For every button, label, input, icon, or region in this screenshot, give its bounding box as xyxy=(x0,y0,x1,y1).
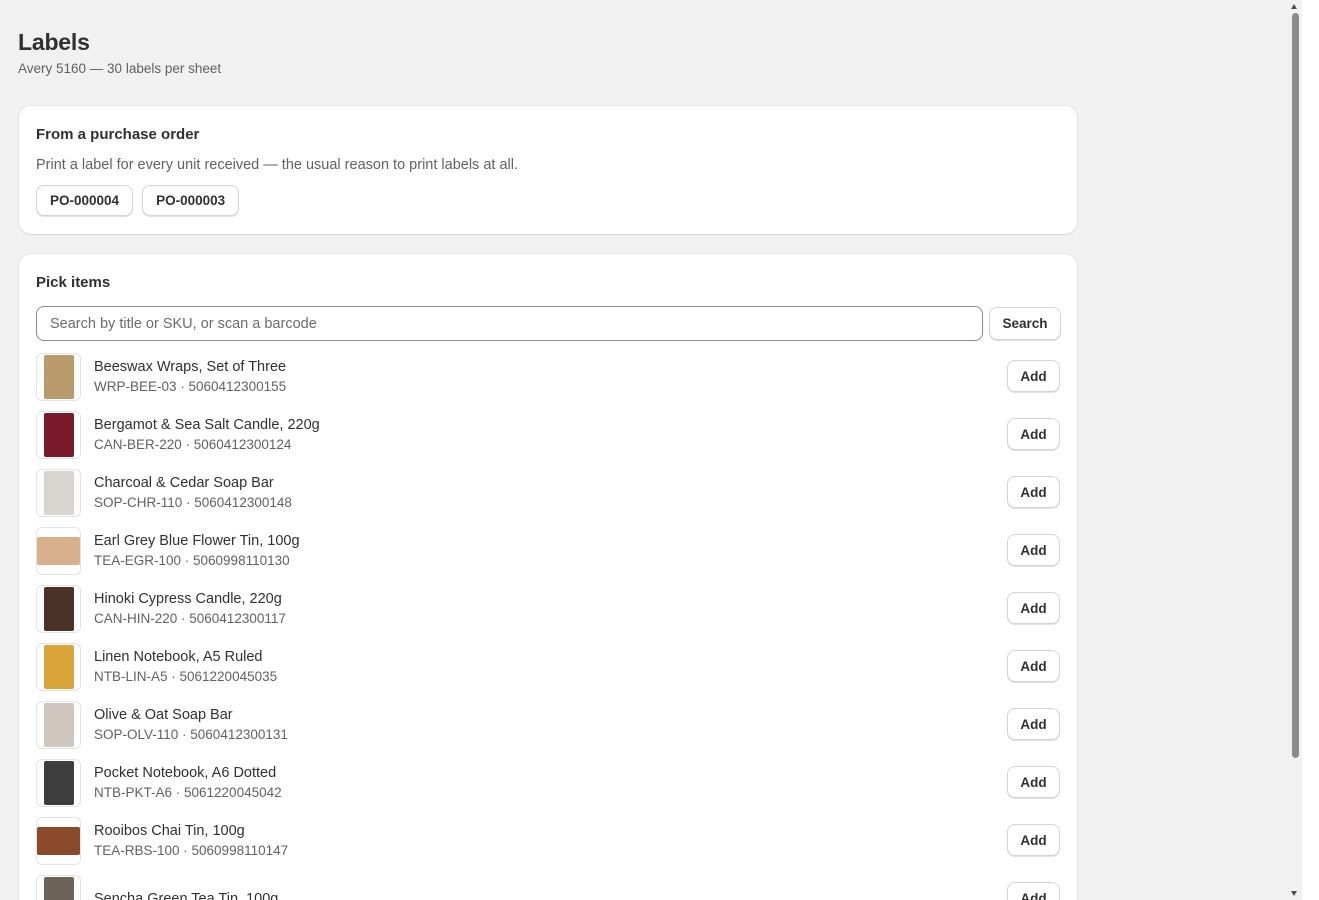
list-item: Olive & Oat Soap Bar SOP-OLV-110 · 506041… xyxy=(36,696,1060,754)
add-item-button[interactable]: Add xyxy=(1007,708,1060,740)
item-sku-barcode: WRP-BEE-03 · 5060412300155 xyxy=(94,379,287,394)
item-sku-barcode: NTB-PKT-A6 · 5061220045042 xyxy=(94,785,282,800)
item-sku-barcode: NTB-LIN-A5 · 5061220045035 xyxy=(94,669,278,684)
item-title: Earl Grey Blue Flower Tin, 100g xyxy=(94,533,300,549)
scroll-up-arrow-icon[interactable] xyxy=(1291,4,1297,9)
item-text: Sencha Green Tea Tin, 100g xyxy=(94,889,278,900)
item-title: Bergamot & Sea Salt Candle, 220g xyxy=(94,417,320,433)
item-title: Hinoki Cypress Candle, 220g xyxy=(94,591,282,607)
product-thumbnail xyxy=(36,411,81,459)
labels-page: Labels Avery 5160 — 30 labels per sheet … xyxy=(0,0,1300,900)
item-text: Hinoki Cypress Candle, 220g CAN-HIN-220 ·… xyxy=(94,589,286,629)
product-thumbnail xyxy=(36,817,81,865)
add-item-button[interactable]: Add xyxy=(1007,882,1060,900)
search-button[interactable]: Search xyxy=(989,307,1061,340)
list-item: Rooibos Chai Tin, 100g TEA-RBS-100 · 5060… xyxy=(36,812,1060,870)
window-edge xyxy=(1302,0,1319,900)
product-thumbnail xyxy=(36,875,81,900)
item-title: Olive & Oat Soap Bar xyxy=(94,707,233,723)
list-item: Linen Notebook, A5 Ruled NTB-LIN-A5 · 506… xyxy=(36,638,1060,696)
product-image xyxy=(43,413,74,457)
product-image xyxy=(43,877,74,900)
po-button[interactable]: PO-000004 xyxy=(36,185,134,216)
pick-items-card: Pick items Search Beeswax Wraps, Set of … xyxy=(19,254,1077,900)
product-thumbnail xyxy=(36,585,81,633)
product-thumbnail xyxy=(36,469,81,517)
list-item: Pocket Notebook, A6 Dotted NTB-PKT-A6 · 5… xyxy=(36,754,1060,812)
product-thumbnail xyxy=(36,701,81,749)
item-title: Charcoal & Cedar Soap Bar xyxy=(94,475,274,491)
product-thumbnail xyxy=(36,759,81,807)
add-item-button[interactable]: Add xyxy=(1007,360,1060,392)
product-image xyxy=(37,537,80,565)
product-image xyxy=(43,761,74,805)
list-item: Bergamot & Sea Salt Candle, 220g CAN-BER-… xyxy=(36,406,1060,464)
purchase-order-buttons: PO-000004 PO-000003 xyxy=(36,185,240,216)
purchase-order-heading: From a purchase order xyxy=(36,126,200,143)
product-image xyxy=(37,827,80,855)
item-text: Earl Grey Blue Flower Tin, 100g TEA-EGR-1… xyxy=(94,531,300,571)
item-sku-barcode: SOP-CHR-110 · 5060412300148 xyxy=(94,495,292,510)
add-item-button[interactable]: Add xyxy=(1007,476,1060,508)
add-item-button[interactable]: Add xyxy=(1007,418,1060,450)
item-sku-barcode: TEA-RBS-100 · 5060998110147 xyxy=(94,843,289,858)
add-item-button[interactable]: Add xyxy=(1007,534,1060,566)
item-title: Linen Notebook, A5 Ruled xyxy=(94,649,263,665)
item-text: Beeswax Wraps, Set of Three WRP-BEE-03 · … xyxy=(94,357,286,397)
search-row: Search xyxy=(36,306,1061,341)
page-title: Labels xyxy=(18,29,90,55)
product-image xyxy=(43,645,74,689)
item-sku-barcode: CAN-BER-220 · 5060412300124 xyxy=(94,437,292,452)
item-title: Sencha Green Tea Tin, 100g xyxy=(94,891,279,900)
search-input[interactable] xyxy=(36,306,983,341)
list-item: Beeswax Wraps, Set of Three WRP-BEE-03 · … xyxy=(36,348,1060,406)
product-image xyxy=(43,471,74,515)
product-thumbnail xyxy=(36,353,81,401)
list-item: Hinoki Cypress Candle, 220g CAN-HIN-220 ·… xyxy=(36,580,1060,638)
item-text: Rooibos Chai Tin, 100g TEA-RBS-100 · 5060… xyxy=(94,821,288,861)
item-text: Olive & Oat Soap Bar SOP-OLV-110 · 506041… xyxy=(94,705,288,745)
item-title: Beeswax Wraps, Set of Three xyxy=(94,359,287,375)
list-item: Charcoal & Cedar Soap Bar SOP-CHR-110 · 5… xyxy=(36,464,1060,522)
purchase-order-card: From a purchase order Print a label for … xyxy=(19,106,1077,234)
product-image xyxy=(43,703,74,747)
item-title: Rooibos Chai Tin, 100g xyxy=(94,823,245,839)
item-text: Linen Notebook, A5 Ruled NTB-LIN-A5 · 506… xyxy=(94,647,277,687)
add-item-button[interactable]: Add xyxy=(1007,592,1060,624)
scrollbar-thumb[interactable] xyxy=(1292,13,1299,758)
add-item-button[interactable]: Add xyxy=(1007,824,1060,856)
add-item-button[interactable]: Add xyxy=(1007,650,1060,682)
po-button[interactable]: PO-000003 xyxy=(142,185,240,216)
add-item-button[interactable]: Add xyxy=(1007,766,1060,798)
product-thumbnail xyxy=(36,643,81,691)
item-sku-barcode: CAN-HIN-220 · 5060412300117 xyxy=(94,611,286,626)
item-text: Charcoal & Cedar Soap Bar SOP-CHR-110 · 5… xyxy=(94,473,292,513)
list-item: Earl Grey Blue Flower Tin, 100g TEA-EGR-1… xyxy=(36,522,1060,580)
product-image xyxy=(43,355,74,399)
item-text: Pocket Notebook, A6 Dotted NTB-PKT-A6 · 5… xyxy=(94,763,282,803)
pick-items-heading: Pick items xyxy=(36,274,111,291)
item-title: Pocket Notebook, A6 Dotted xyxy=(94,765,277,781)
vertical-scrollbar[interactable] xyxy=(1287,0,1302,900)
item-text: Bergamot & Sea Salt Candle, 220g CAN-BER-… xyxy=(94,415,320,455)
item-sku-barcode: TEA-EGR-100 · 5060998110130 xyxy=(94,553,290,568)
product-image xyxy=(43,587,74,631)
page-subtitle: Avery 5160 — 30 labels per sheet xyxy=(18,61,222,76)
purchase-order-description: Print a label for every unit received — … xyxy=(36,157,518,173)
scroll-down-arrow-icon[interactable] xyxy=(1291,891,1297,896)
list-item: Sencha Green Tea Tin, 100g Add xyxy=(36,870,1060,900)
item-list: Beeswax Wraps, Set of Three WRP-BEE-03 · … xyxy=(36,348,1060,900)
product-thumbnail xyxy=(36,527,81,575)
item-sku-barcode: SOP-OLV-110 · 5060412300131 xyxy=(94,727,288,742)
